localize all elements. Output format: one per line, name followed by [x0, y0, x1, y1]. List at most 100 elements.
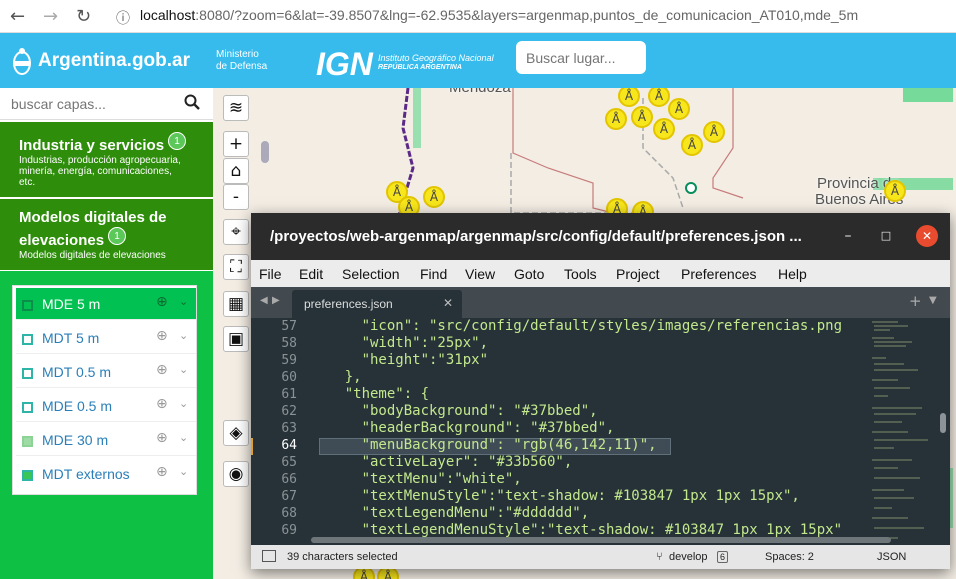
zoom-to-layer-icon[interactable]: ⊕ [156, 362, 168, 378]
place-search-input[interactable] [516, 41, 646, 74]
layer-checkbox[interactable] [22, 402, 33, 413]
tab-close-icon[interactable]: ✕ [443, 296, 453, 310]
tab-scroll-right-icon[interactable]: ▶ [272, 295, 280, 306]
tab-scroll-left-icon[interactable]: ◀ [260, 295, 268, 306]
zoom-to-layer-icon[interactable]: ⊕ [156, 396, 168, 412]
print-icon[interactable]: ▣ [223, 326, 249, 352]
antenna-marker-icon[interactable]: Å [423, 186, 445, 208]
chevron-down-icon[interactable]: ⌄ [179, 431, 188, 444]
branch-icon: ⑂ [656, 551, 663, 563]
menu-help[interactable]: Help [778, 266, 807, 282]
antenna-marker-icon[interactable]: Å [668, 98, 690, 120]
layer-item-mdt-5m[interactable]: MDT 5 m ⊕ ⌄ [16, 322, 196, 354]
line-number: 57 [281, 319, 297, 334]
line-number: 58 [281, 336, 297, 351]
group-industria[interactable]: Industria y servicios 1 Industrias, prod… [0, 122, 213, 198]
maximize-icon[interactable]: □ [875, 225, 897, 247]
layer-checkbox[interactable] [22, 368, 33, 379]
ign-label: Instituto Geográfico Nacional REPÚBLICA … [378, 53, 494, 73]
horizontal-scrollbar[interactable] [311, 537, 891, 543]
layer-search-input[interactable] [0, 88, 180, 119]
layers-icon[interactable]: ≋ [223, 95, 249, 121]
sidebar-toggle-icon[interactable] [262, 550, 276, 562]
locate-icon[interactable]: ⌖ [223, 219, 249, 245]
antenna-marker-icon[interactable]: Å [653, 118, 675, 140]
syntax-status[interactable]: JSON [877, 551, 906, 563]
chevron-down-icon[interactable]: ⌄ [179, 295, 188, 308]
code-line: "menuBackground": "rgb(46,142,11)", [311, 437, 657, 453]
zoom-in-button[interactable]: + [223, 131, 249, 157]
scroll-thumb[interactable] [940, 413, 946, 433]
menu-goto[interactable]: Goto [514, 266, 544, 282]
antenna-marker-icon[interactable]: Å [703, 121, 725, 143]
antenna-marker-icon[interactable]: Å [884, 180, 906, 202]
editor-titlebar[interactable]: /proyectos/web-argenmap/argenmap/src/con… [251, 213, 950, 260]
search-icon[interactable] [184, 94, 200, 115]
chevron-down-icon[interactable]: ⌄ [179, 329, 188, 342]
camera-icon[interactable]: ◉ [223, 461, 249, 487]
code-area[interactable]: "icon": "src/config/default/styles/image… [311, 318, 871, 545]
map-label-mendoza: Mendoza [449, 88, 511, 96]
line-number: 66 [281, 472, 297, 487]
minimize-icon[interactable]: – [837, 225, 859, 247]
zoom-slider-handle[interactable] [261, 141, 269, 163]
vertical-scrollbar[interactable] [938, 318, 950, 545]
line-number: 64 [281, 438, 297, 453]
antenna-marker-icon[interactable]: Å [605, 108, 627, 130]
menu-view[interactable]: View [465, 266, 495, 282]
antenna-marker-icon[interactable]: Å [681, 134, 703, 156]
editor-window: /proyectos/web-argenmap/argenmap/src/con… [251, 213, 950, 569]
group-modelos[interactable]: Modelos digitales de elevaciones 1 Model… [0, 199, 213, 271]
reload-button[interactable]: ↻ [76, 6, 91, 27]
layer-item-mde-30m[interactable]: MDE 30 m ⊕ ⌄ [16, 424, 196, 456]
zoom-to-layer-icon[interactable]: ⊕ [156, 464, 168, 480]
close-icon[interactable]: ✕ [916, 225, 938, 247]
site-info-icon[interactable]: ⓘ [116, 8, 130, 28]
menu-preferences[interactable]: Preferences [681, 266, 756, 282]
new-tab-icon[interactable]: + [909, 292, 922, 310]
fullscreen-icon[interactable]: ⛶ [223, 254, 249, 280]
branch-name[interactable]: develop [669, 551, 708, 563]
address-bar[interactable]: localhost:8080/?zoom=6&lat=-39.8507&lng=… [140, 7, 858, 23]
brand-title[interactable]: Argentina.gob.ar [38, 50, 190, 72]
layer-checkbox[interactable] [22, 470, 33, 481]
zoom-out-button[interactable]: - [223, 184, 249, 210]
layer-item-mdt-externos[interactable]: MDT externos ⊕ ⌄ [16, 458, 196, 490]
menu-find[interactable]: Find [420, 266, 447, 282]
editor-title: /proyectos/web-argenmap/argenmap/src/con… [270, 228, 802, 245]
menu-edit[interactable]: Edit [299, 266, 323, 282]
add-layer-icon[interactable]: ◈ [223, 420, 249, 446]
layer-label: MDE 5 m [42, 296, 101, 312]
menu-file[interactable]: File [259, 266, 282, 282]
menu-tools[interactable]: Tools [564, 266, 597, 282]
forward-button[interactable]: → [43, 6, 58, 27]
group-count-badge: 1 [108, 227, 126, 245]
zoom-to-layer-icon[interactable]: ⊕ [156, 328, 168, 344]
chevron-down-icon[interactable]: ⌄ [179, 363, 188, 376]
indent-status[interactable]: Spaces: 2 [765, 551, 814, 563]
chevron-down-icon[interactable]: ⌄ [179, 397, 188, 410]
ministerio-line2: de Defensa [216, 61, 268, 72]
layer-item-mde-5m[interactable]: MDE 5 m ⊕ ⌄ [16, 288, 196, 320]
layer-checkbox[interactable] [22, 436, 33, 447]
layer-item-mdt-05m[interactable]: MDT 0.5 m ⊕ ⌄ [16, 356, 196, 388]
menu-project[interactable]: Project [616, 266, 660, 282]
layer-checkbox[interactable] [22, 300, 33, 311]
minimap[interactable] [868, 318, 938, 545]
layer-checkbox[interactable] [22, 334, 33, 345]
ministerio-line1: Ministerio [216, 49, 259, 60]
menu-selection[interactable]: Selection [342, 266, 400, 282]
tab-preferences-json[interactable]: preferences.json ✕ [292, 290, 462, 318]
zoom-to-layer-icon[interactable]: ⊕ [156, 430, 168, 446]
ign-line2: REPÚBLICA ARGENTINA [378, 64, 462, 71]
tab-menu-icon[interactable]: ▼ [929, 295, 937, 306]
zoom-to-layer-icon[interactable]: ⊕ [156, 294, 168, 310]
chevron-down-icon[interactable]: ⌄ [179, 465, 188, 478]
back-button[interactable]: ← [10, 6, 25, 27]
antenna-marker-icon[interactable]: Å [631, 106, 653, 128]
home-icon[interactable]: ⌂ [223, 158, 249, 184]
line-number: 62 [281, 404, 297, 419]
line-number: 60 [281, 370, 297, 385]
layer-item-mde-05m[interactable]: MDE 0.5 m ⊕ ⌄ [16, 390, 196, 422]
graticule-icon[interactable]: ▦ [223, 291, 249, 317]
